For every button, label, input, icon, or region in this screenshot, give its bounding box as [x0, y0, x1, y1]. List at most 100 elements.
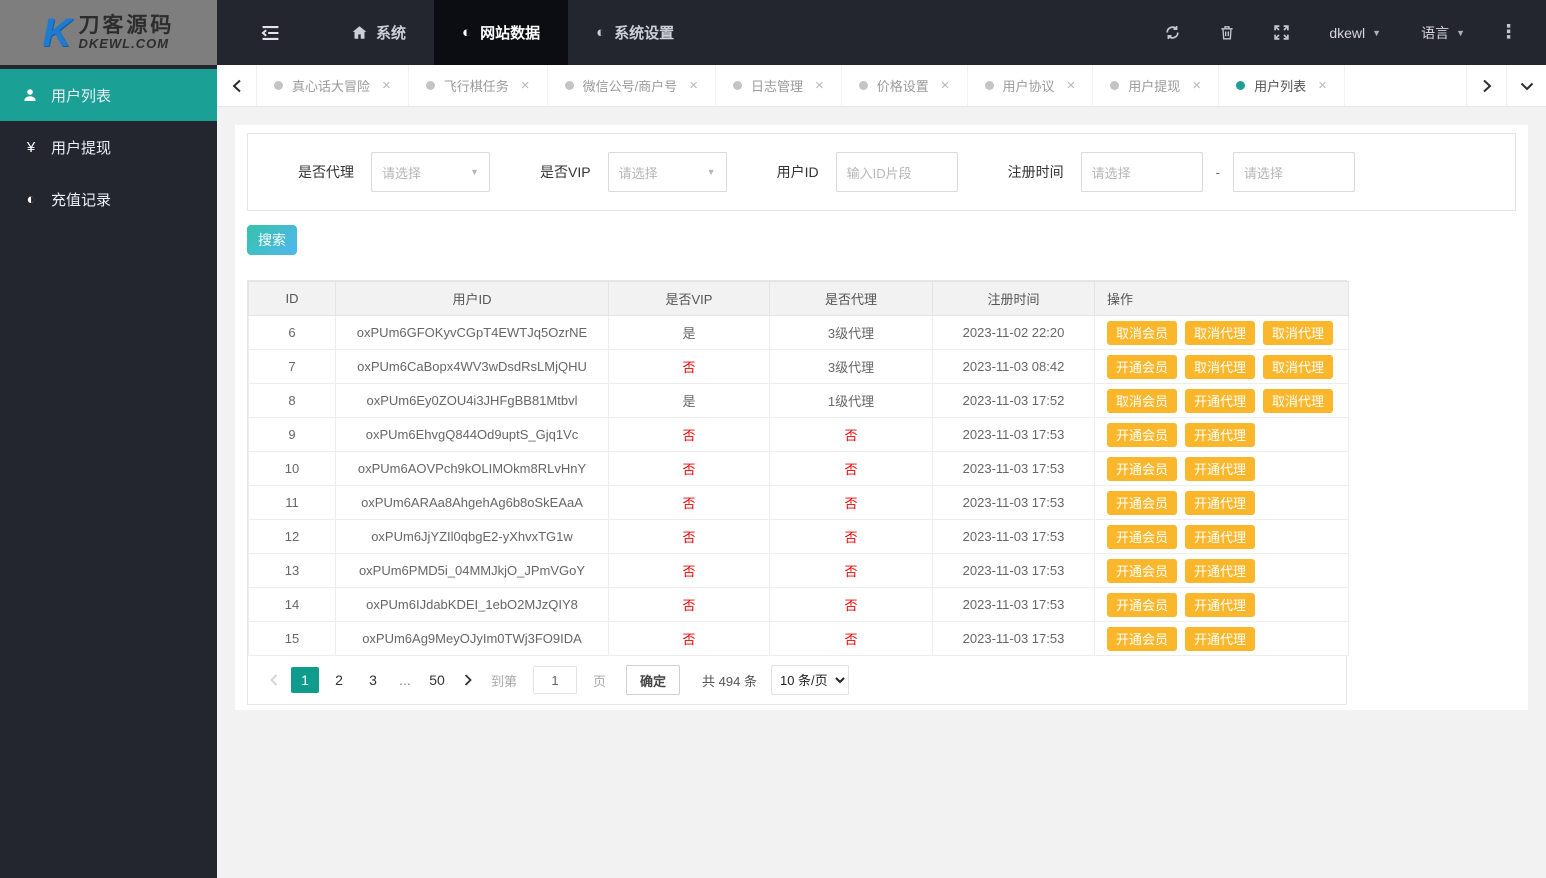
action-button-开通代理[interactable]: 开通代理	[1185, 388, 1256, 413]
contrast-icon: ◐	[462, 24, 472, 41]
cell-regtime: 2023-11-03 17:53	[932, 519, 1095, 554]
action-button-取消会员[interactable]: 取消会员	[1107, 388, 1178, 413]
page-button-3[interactable]: 3	[359, 667, 387, 693]
table-row: 6 oxPUm6GFOKyvCGpT4EWTJq5OzrNE 是 3级代理 2023-1…	[248, 315, 1349, 350]
action-button-开通代理[interactable]: 开通代理	[1185, 490, 1256, 515]
page-size-select[interactable]: 10 条/页	[770, 665, 849, 695]
action-button-开通会员[interactable]: 开通会员	[1107, 354, 1178, 379]
collapse-menu-icon[interactable]	[217, 0, 324, 65]
action-button-开通代理[interactable]: 开通代理	[1185, 626, 1256, 651]
close-icon[interactable]: ×	[1192, 77, 1201, 94]
regtime-from-input[interactable]: 请选择	[1080, 152, 1203, 192]
tab-飞行棋任务[interactable]: 飞行棋任务 ×	[409, 65, 548, 106]
confirm-page-button[interactable]: 确定	[626, 665, 681, 695]
page-button-1[interactable]: 1	[291, 667, 319, 693]
action-button-开通会员[interactable]: 开通会员	[1107, 558, 1178, 583]
cell-agent: 否	[769, 587, 933, 622]
action-button-开通代理[interactable]: 开通代理	[1185, 558, 1256, 583]
user-list-card: 是否代理 请选择 ▼ 是否VIP 请选择 ▼ 用户ID 输入ID片段 注册时间 …	[235, 125, 1528, 710]
action-button-开通代理[interactable]: 开通代理	[1185, 524, 1256, 549]
action-button-开通代理[interactable]: 开通代理	[1185, 456, 1256, 481]
action-button-开通代理[interactable]: 开通代理	[1185, 592, 1256, 617]
search-button[interactable]: 搜索	[247, 225, 297, 255]
action-button-开通会员[interactable]: 开通会员	[1107, 626, 1178, 651]
table-row: 7 oxPUm6CaBopx4WV3wDsdRsLMjQHU 否 3级代理 2023-1…	[248, 349, 1349, 384]
cell-vip: 否	[608, 451, 770, 486]
action-button-开通会员[interactable]: 开通会员	[1107, 456, 1178, 481]
close-icon[interactable]: ×	[382, 77, 391, 94]
cell-id: 7	[248, 349, 336, 384]
cell-actions: 取消会员 开通代理 取消代理	[1094, 383, 1349, 418]
yen-icon: ¥	[26, 138, 36, 156]
action-button-开通会员[interactable]: 开通会员	[1107, 524, 1178, 549]
tab-status-dot	[1236, 81, 1246, 90]
fullscreen-icon[interactable]	[1254, 24, 1309, 41]
vip-filter-select[interactable]: 请选择 ▼	[607, 152, 727, 192]
close-icon[interactable]: ×	[941, 77, 950, 94]
sidebar: K 刀客源码 DKEWL.COM 用户列表 ¥ 用户提现 ◐ 充值记录	[0, 0, 217, 878]
close-icon[interactable]: ×	[1318, 77, 1327, 94]
nav-item-system-settings[interactable]: ◐ 系统设置	[568, 0, 702, 65]
sidebar-item-recharge-records[interactable]: ◐ 充值记录	[0, 173, 217, 225]
cell-actions: 开通会员 开通代理	[1094, 485, 1349, 520]
refresh-icon[interactable]	[1145, 24, 1200, 41]
vip-filter-label: 是否VIP	[540, 164, 591, 180]
tab-微信公号/商户号[interactable]: 微信公号/商户号 ×	[548, 65, 716, 106]
tab-日志管理[interactable]: 日志管理 ×	[716, 65, 842, 106]
close-icon[interactable]: ×	[1067, 77, 1076, 94]
action-button-开通会员[interactable]: 开通会员	[1107, 490, 1178, 515]
nav-item-label: 网站数据	[480, 25, 541, 42]
action-button-取消代理[interactable]: 取消代理	[1185, 320, 1256, 345]
contrast-icon: ◐	[596, 24, 606, 41]
tab-用户列表[interactable]: 用户列表 ×	[1219, 65, 1345, 106]
action-button-取消代理[interactable]: 取消代理	[1263, 320, 1334, 345]
sidebar-item-user-withdraw[interactable]: ¥ 用户提现	[0, 121, 217, 173]
regtime-to-input[interactable]: 请选择	[1232, 152, 1355, 192]
cell-agent: 否	[769, 519, 933, 554]
action-button-取消代理[interactable]: 取消代理	[1185, 354, 1256, 379]
cell-vip: 否	[608, 519, 770, 554]
prev-page-icon[interactable]	[263, 674, 285, 686]
page-button-50[interactable]: 50	[423, 667, 451, 693]
cell-actions: 开通会员 开通代理	[1094, 519, 1349, 554]
action-button-取消会员[interactable]: 取消会员	[1107, 320, 1178, 345]
action-button-取消代理[interactable]: 取消代理	[1263, 388, 1334, 413]
language-menu[interactable]: 语言 ▼	[1401, 23, 1485, 43]
close-icon[interactable]: ×	[815, 77, 824, 94]
tab-真心话大冒险[interactable]: 真心话大冒险 ×	[257, 65, 409, 106]
col-header-id: ID	[248, 281, 336, 316]
tab-status-dot	[274, 81, 283, 90]
tabs-scroll-right-icon[interactable]	[1466, 65, 1506, 106]
tab-用户协议[interactable]: 用户协议 ×	[968, 65, 1094, 106]
main-area: 系统 ◐ 网站数据 ◐ 系统设置 dkewl ▼ 语言 ▼ ⋮ 真心话大冒险 ×…	[217, 0, 1546, 878]
user-menu[interactable]: dkewl ▼	[1309, 25, 1401, 41]
cell-agent: 否	[769, 553, 933, 588]
tab-用户提现[interactable]: 用户提现 ×	[1093, 65, 1220, 106]
action-button-开通会员[interactable]: 开通会员	[1107, 592, 1178, 617]
tab-label: 日志管理	[750, 79, 803, 94]
sidebar-item-user-list[interactable]: 用户列表	[0, 69, 217, 121]
cell-actions: 开通会员 取消代理 取消代理	[1094, 349, 1349, 384]
goto-page-input[interactable]	[533, 666, 578, 694]
trash-icon[interactable]	[1200, 24, 1254, 41]
sidebar-item-label: 充值记录	[51, 191, 112, 209]
page-button-2[interactable]: 2	[325, 667, 353, 693]
cell-userid: oxPUm6EhvgQ844Od9uptS_Gjq1Vc	[335, 417, 609, 452]
close-icon[interactable]: ×	[689, 77, 698, 94]
cell-userid: oxPUm6Ey0ZOU4i3JHFgBB81Mtbvl	[335, 383, 609, 418]
tab-label: 价格设置	[876, 79, 929, 94]
action-button-开通会员[interactable]: 开通会员	[1107, 422, 1178, 447]
close-icon[interactable]: ×	[521, 77, 530, 94]
action-button-取消代理[interactable]: 取消代理	[1263, 354, 1334, 379]
action-button-开通代理[interactable]: 开通代理	[1185, 422, 1256, 447]
userid-filter-input[interactable]: 输入ID片段	[835, 152, 958, 192]
tabs-scroll-left-icon[interactable]	[217, 65, 257, 106]
cell-id: 10	[248, 451, 336, 486]
agent-filter-select[interactable]: 请选择 ▼	[371, 152, 490, 192]
tab-价格设置[interactable]: 价格设置 ×	[842, 65, 968, 106]
nav-item-system[interactable]: 系统	[324, 0, 434, 65]
nav-item-site-data[interactable]: ◐ 网站数据	[434, 0, 569, 65]
more-options-icon[interactable]: ⋮	[1485, 21, 1526, 44]
tabs-dropdown-icon[interactable]	[1506, 65, 1546, 106]
next-page-icon[interactable]	[457, 674, 479, 686]
